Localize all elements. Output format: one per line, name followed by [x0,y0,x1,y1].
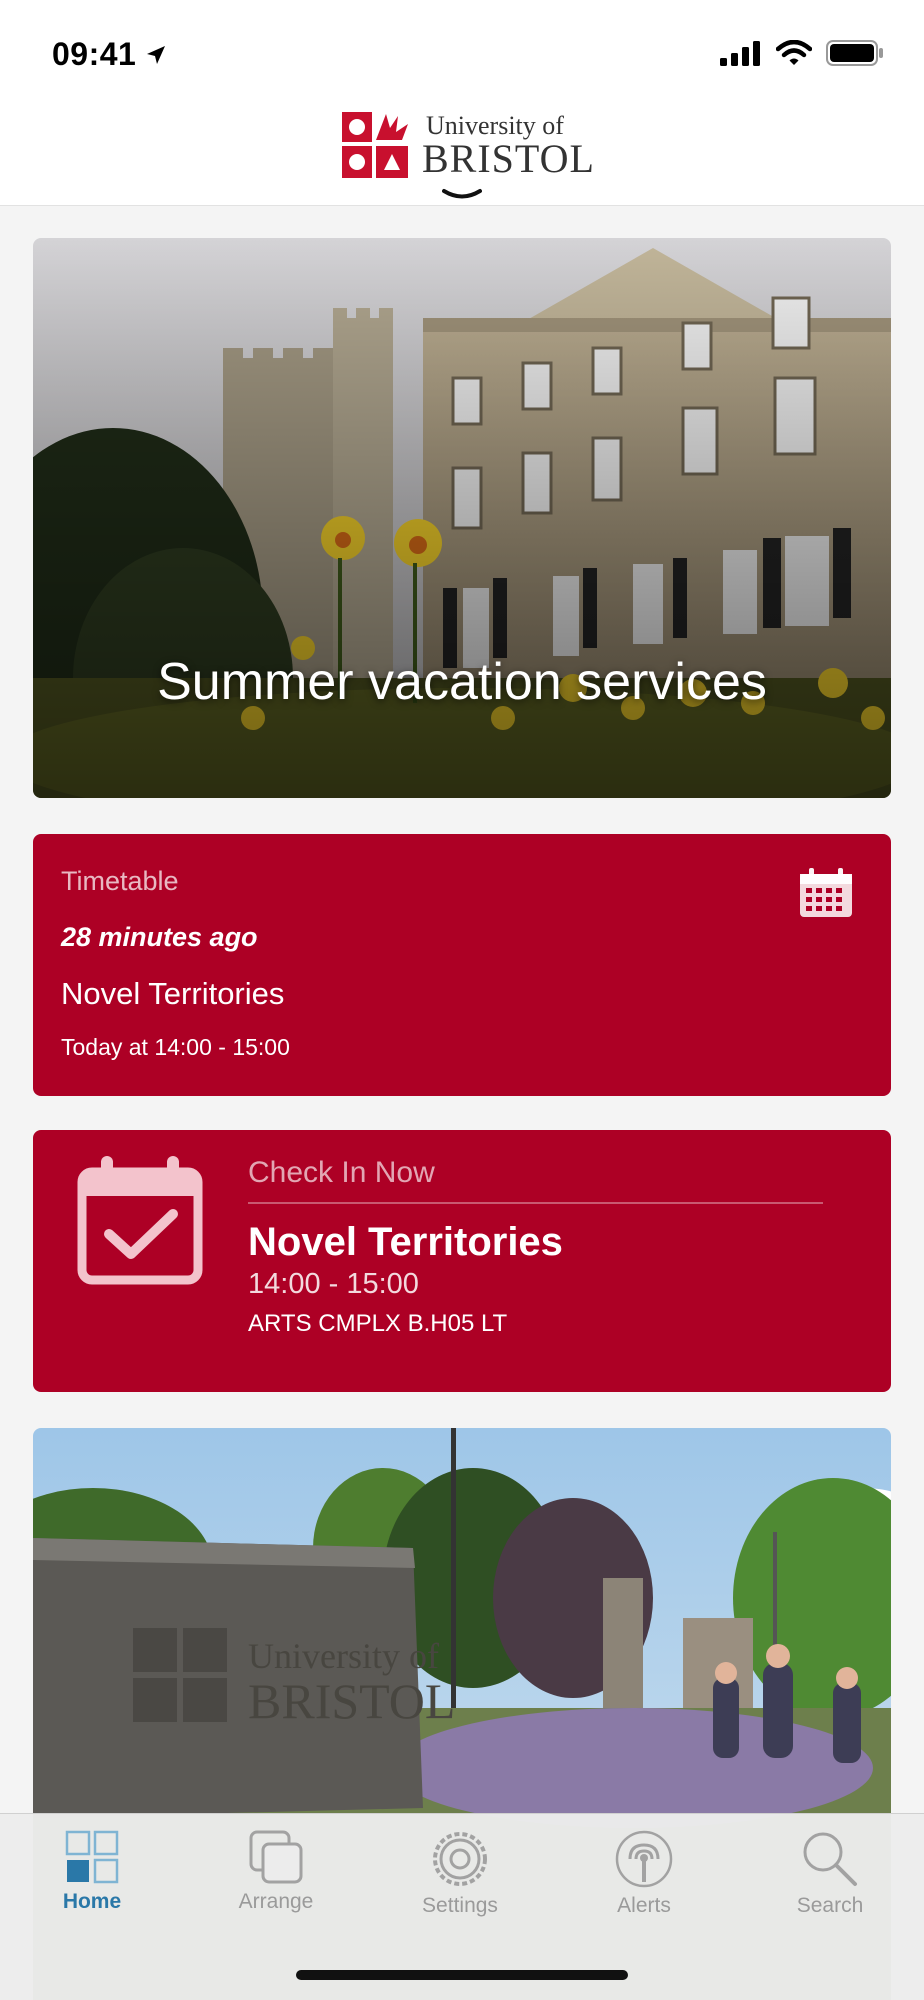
hero-card-summer-vacation[interactable]: Summer vacation services [33,238,891,798]
tab-home-label: Home [62,1890,122,1913]
stack-icon [249,1830,303,1884]
university-logo: University of BRISTOL [340,110,595,182]
tab-arrange-label: Arrange [238,1890,314,1913]
calendar-icon [800,868,852,917]
logo-text-bristol: BRISTOL [422,136,595,181]
cellular-signal-icon [720,41,760,66]
grid-icon [65,1830,119,1884]
svg-text:BRISTOL: BRISTOL [248,1673,455,1729]
calendar-check-icon [77,1156,203,1285]
status-time: 09:41 [52,36,137,72]
check-in-event-title: Novel Territories [248,1220,563,1264]
check-in-event-time: 14:00 - 15:00 [248,1268,419,1300]
tab-settings[interactable]: Settings [390,1830,530,1918]
timetable-event-time: Today at 14:00 - 15:00 [61,1034,290,1060]
tab-home[interactable]: Home [22,1830,162,1914]
timetable-updated-time: 28 minutes ago [61,922,258,952]
check-in-card[interactable]: Check In Now Novel Territories 14:00 - 1… [33,1130,891,1392]
app-header: University of BRISTOL [0,100,924,206]
status-bar: 09:41 [0,0,924,100]
timetable-card[interactable]: Timetable 28 minutes ago Novel Territori… [33,834,891,1096]
check-in-label: Check In Now [248,1156,435,1189]
chevron-down-icon[interactable] [442,188,482,202]
hero-image-campus-building [33,238,891,798]
hero-title: Summer vacation services [157,653,767,711]
tab-arrange[interactable]: Arrange [206,1830,346,1914]
svg-text:University of: University of [248,1636,439,1676]
home-indicator[interactable] [296,1970,628,1980]
tab-search-label: Search [796,1894,864,1917]
check-in-divider [248,1202,823,1204]
check-in-location: ARTS CMPLX B.H05 LT [248,1310,508,1337]
crest-icon [342,112,408,178]
gear-icon [433,1832,487,1886]
tab-settings-label: Settings [422,1894,498,1917]
broadcast-icon [615,1830,673,1888]
tab-alerts-label: Alerts [617,1894,671,1917]
timetable-label: Timetable [61,866,179,896]
tab-search[interactable]: Search [760,1830,900,1918]
wifi-icon [776,40,812,65]
location-arrow-icon [147,45,166,64]
battery-icon [826,40,883,66]
tab-alerts[interactable]: Alerts [574,1830,714,1918]
search-icon [803,1832,857,1886]
timetable-event-title: Novel Territories [61,976,285,1011]
